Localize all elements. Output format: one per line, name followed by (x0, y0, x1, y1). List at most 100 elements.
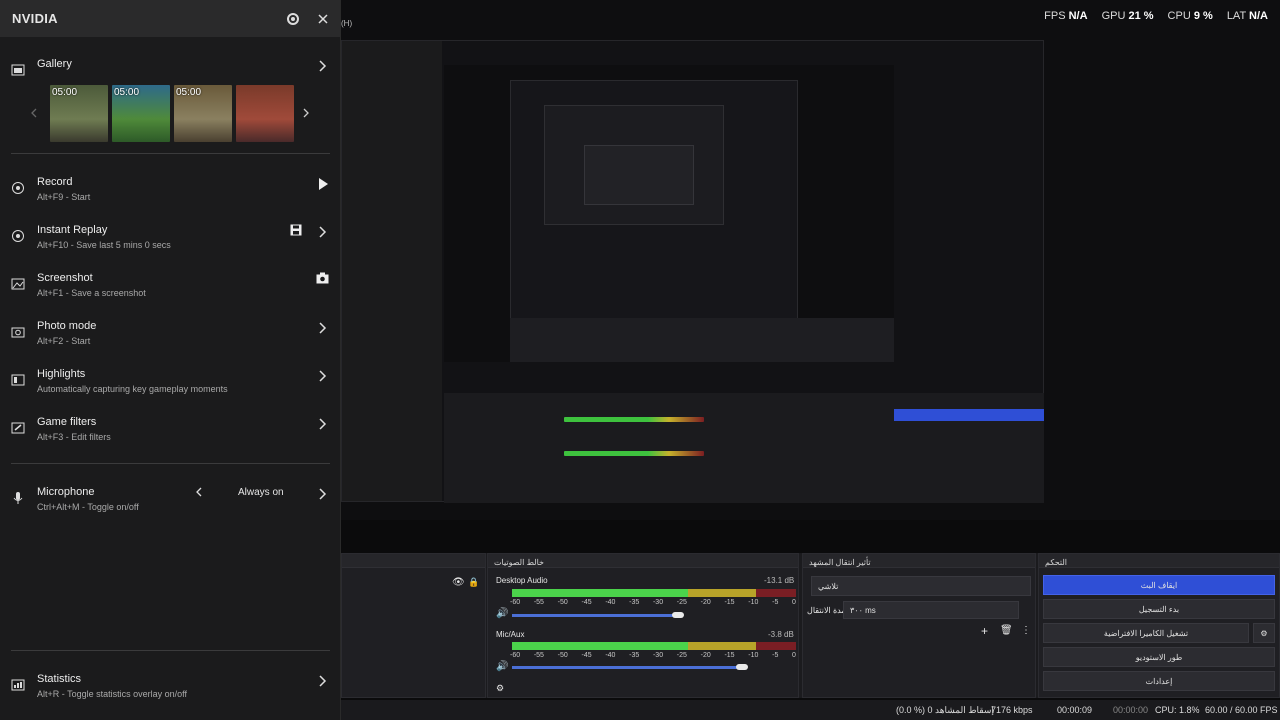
close-icon[interactable] (318, 13, 328, 24)
meter-tick-label: -20 (700, 599, 711, 606)
microphone-label: Microphone (37, 486, 95, 498)
meter-tick-label: -5 (772, 599, 779, 606)
screenshot-shortcut: Alt+F1 - Save a screenshot (37, 288, 146, 298)
chevron-right-icon[interactable] (317, 488, 327, 500)
record-icon (12, 182, 24, 194)
meter-tick-label: -50 (557, 652, 568, 659)
divider (11, 153, 330, 154)
save-icon[interactable] (290, 224, 302, 236)
gallery-thumb[interactable]: 05:00 (50, 85, 108, 142)
audio-mixer-panel: خالط الصوتيات Desktop Audio -13.1 dB -60… (487, 553, 799, 698)
performance-overlay: FPS N/A GPU 21 % CPU 9 % LAT N/A (1044, 10, 1268, 22)
obs-preview: (H) (341, 0, 1280, 520)
mic-aux-knob[interactable] (736, 664, 748, 670)
meter-tick-label: -45 (581, 599, 592, 606)
highlights-icon (11, 374, 25, 386)
meter-tick-label: -50 (557, 599, 568, 606)
nested-dock (444, 393, 1044, 503)
transition-select[interactable]: تلاشي (811, 576, 1031, 596)
statistics-item[interactable]: Statistics Alt+R - Toggle statistics ove… (0, 673, 341, 717)
stop-stream-button[interactable]: ايقاف البث (1043, 575, 1275, 595)
nested-capture-2 (444, 65, 894, 362)
nested-capture-1 (341, 40, 1044, 503)
mic-aux-slider[interactable] (512, 666, 742, 669)
meter-tick-label: -60 (510, 652, 521, 659)
status-bar: (0.0 %) 0 إسقاط المشاهد 7176 kbps 00:00:… (341, 700, 1280, 720)
delete-icon[interactable]: 🗑 (1000, 625, 1013, 636)
transition-panel: تأثير انتقال المشهد تلاشي مدة الانتقال ٣… (802, 553, 1036, 698)
highlights-label: Highlights (37, 368, 86, 380)
gallery-thumb[interactable] (236, 85, 294, 142)
more-icon[interactable]: ⋮ (1021, 625, 1031, 636)
camera-icon[interactable] (316, 272, 329, 284)
studio-mode-button[interactable]: طور الاستوديو (1043, 647, 1275, 667)
desktop-audio-meter (512, 589, 796, 597)
meter-tick-label: -35 (629, 599, 640, 606)
cpu-stat: CPU 9 % (1167, 10, 1213, 22)
gallery-thumb[interactable]: 05:00 (174, 85, 232, 142)
meter-tick-label: -25 (676, 599, 687, 606)
instant-replay-label: Instant Replay (37, 224, 108, 236)
meter-tick-label: -40 (605, 652, 616, 659)
meter-tick-label: -20 (700, 652, 711, 659)
meter-tick-label: -60 (510, 599, 521, 606)
desktop-audio-knob[interactable] (672, 612, 684, 618)
record-item[interactable]: Record Alt+F9 - Start (0, 176, 341, 220)
duration-field[interactable]: ٣٠٠ ms (843, 601, 1019, 619)
microphone-item[interactable]: Microphone Ctrl+Alt+M - Toggle on/off Al… (0, 486, 341, 530)
chevron-left-icon[interactable] (30, 108, 38, 118)
speaker-icon[interactable]: 🔊 (496, 661, 508, 672)
desktop-audio-slider[interactable] (512, 614, 682, 617)
microphone-icon (13, 492, 23, 504)
sources-panel: 👁 🔒 (341, 553, 486, 698)
game-filters-item[interactable]: Game filters Alt+F3 - Edit filters (0, 416, 341, 460)
meter-tick-label: 0 (792, 599, 796, 606)
mic-aux-db: -3.8 dB (768, 630, 794, 639)
meter-tick-label: -15 (724, 652, 735, 659)
instant-replay-item[interactable]: Instant Replay Alt+F10 - Save last 5 min… (0, 224, 341, 268)
nested-nvidia-panel (342, 41, 442, 501)
add-icon[interactable]: + (981, 624, 988, 638)
chevron-left-icon[interactable] (195, 487, 203, 497)
chevron-right-icon (319, 675, 327, 687)
highlights-item[interactable]: Highlights Automatically capturing key g… (0, 368, 341, 412)
lat-stat: LAT N/A (1226, 10, 1268, 22)
photo-mode-label: Photo mode (37, 320, 97, 332)
controls-title: التحكم (1045, 558, 1067, 567)
gallery-thumb[interactable]: 05:00 (112, 85, 170, 142)
chevron-right-icon[interactable] (302, 108, 310, 118)
virtual-camera-button[interactable]: تشغيل الكاميرا الافتراضية (1043, 623, 1249, 643)
bitrate: 7176 kbps (991, 705, 1033, 715)
chevron-right-icon (319, 226, 327, 238)
mic-aux-label: Mic/Aux (496, 630, 525, 639)
fps-status: 60.00 / 60.00 FPS (1205, 705, 1278, 715)
meter-tick-label: -10 (748, 652, 759, 659)
game-filters-label: Game filters (37, 416, 97, 428)
controls-panel: التحكم ايقاف البث بدء التسجيل تشغيل الكا… (1038, 553, 1280, 698)
highlights-desc: Automatically capturing key gameplay mom… (37, 384, 228, 394)
camera-icon (11, 327, 25, 338)
statistics-icon (11, 679, 25, 691)
divider (11, 463, 330, 464)
meter-ticks: -60 -55 -50 -45 -40 -35 -30 -25 -20 -15 -10 -5 0 (510, 652, 796, 659)
start-record-button[interactable]: بدء التسجيل (1043, 599, 1275, 619)
speaker-icon[interactable]: 🔊 (496, 608, 508, 619)
screenshot-icon (11, 278, 25, 290)
lock-icon[interactable]: 🔒 (468, 577, 479, 588)
gear-icon[interactable]: ⚙ (1253, 623, 1275, 643)
visibility-icon[interactable]: 👁 (452, 577, 465, 588)
settings-button[interactable]: إعدادات (1043, 671, 1275, 691)
mic-aux-meter (512, 642, 796, 650)
screenshot-item[interactable]: Screenshot Alt+F1 - Save a screenshot (0, 272, 341, 316)
photo-mode-item[interactable]: Photo mode Alt+F2 - Start (0, 320, 341, 364)
gpu-stat: GPU 21 % (1101, 10, 1154, 22)
meter-tick-label: -55 (533, 652, 544, 659)
gear-icon[interactable] (286, 12, 300, 26)
gear-icon[interactable]: ⚙ (496, 683, 504, 694)
meter-tick-label: -35 (629, 652, 640, 659)
window-hint: (H) (341, 19, 353, 28)
stream-time: 00:00:09 (1057, 705, 1093, 715)
instant-replay-shortcut: Alt+F10 - Save last 5 mins 0 secs (37, 240, 171, 250)
play-icon[interactable] (318, 178, 328, 190)
microphone-value: Always on (238, 487, 284, 498)
